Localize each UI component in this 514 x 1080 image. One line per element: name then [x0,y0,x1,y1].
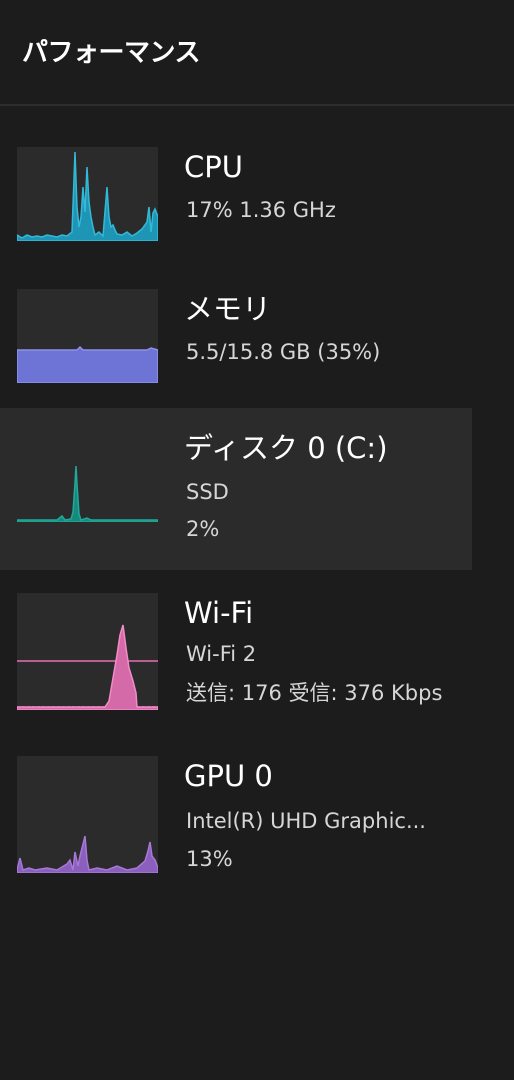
perf-item-cpu[interactable]: CPU 17% 1.36 GHz [0,147,472,309]
wifi-name: Wi-Fi [184,596,254,630]
memory-graph [17,289,158,383]
performance-header: パフォーマンス [0,0,514,106]
gpu-model-text: Intel(R) UHD Graphic... [186,809,426,833]
disk-type-text: SSD [186,480,229,504]
memory-graph-area [17,345,158,383]
wifi-adapter-text: Wi-Fi 2 [186,642,257,666]
cpu-graph [17,147,158,241]
gpu-name: GPU 0 [184,759,273,793]
perf-item-disk[interactable]: ディスク 0 (C:) SSD 2% [0,408,472,570]
perf-item-gpu[interactable]: GPU 0 Intel(R) UHD Graphic... 13% [0,756,472,918]
gpu-graph-area [17,835,158,873]
disk-graph-area [17,465,158,522]
perf-item-wifi[interactable]: Wi-Fi Wi-Fi 2 送信: 176 受信: 376 Kbps [0,593,472,755]
cpu-graph-area [17,151,158,241]
disk-graph [17,428,158,522]
disk-name: ディスク 0 (C:) [184,431,388,465]
cpu-usage-text: 17% 1.36 GHz [186,198,336,222]
wifi-graph-area [17,624,158,710]
cpu-name: CPU [184,150,243,184]
page-title: パフォーマンス [22,38,200,68]
wifi-graph [17,593,158,710]
gpu-graph [17,756,158,873]
memory-usage-text: 5.5/15.8 GB (35%) [186,340,381,364]
wifi-throughput-text: 送信: 176 受信: 376 Kbps [186,681,443,705]
memory-name: メモリ [184,292,272,326]
disk-usage-text: 2% [186,517,220,541]
gpu-usage-text: 13% [186,847,233,871]
